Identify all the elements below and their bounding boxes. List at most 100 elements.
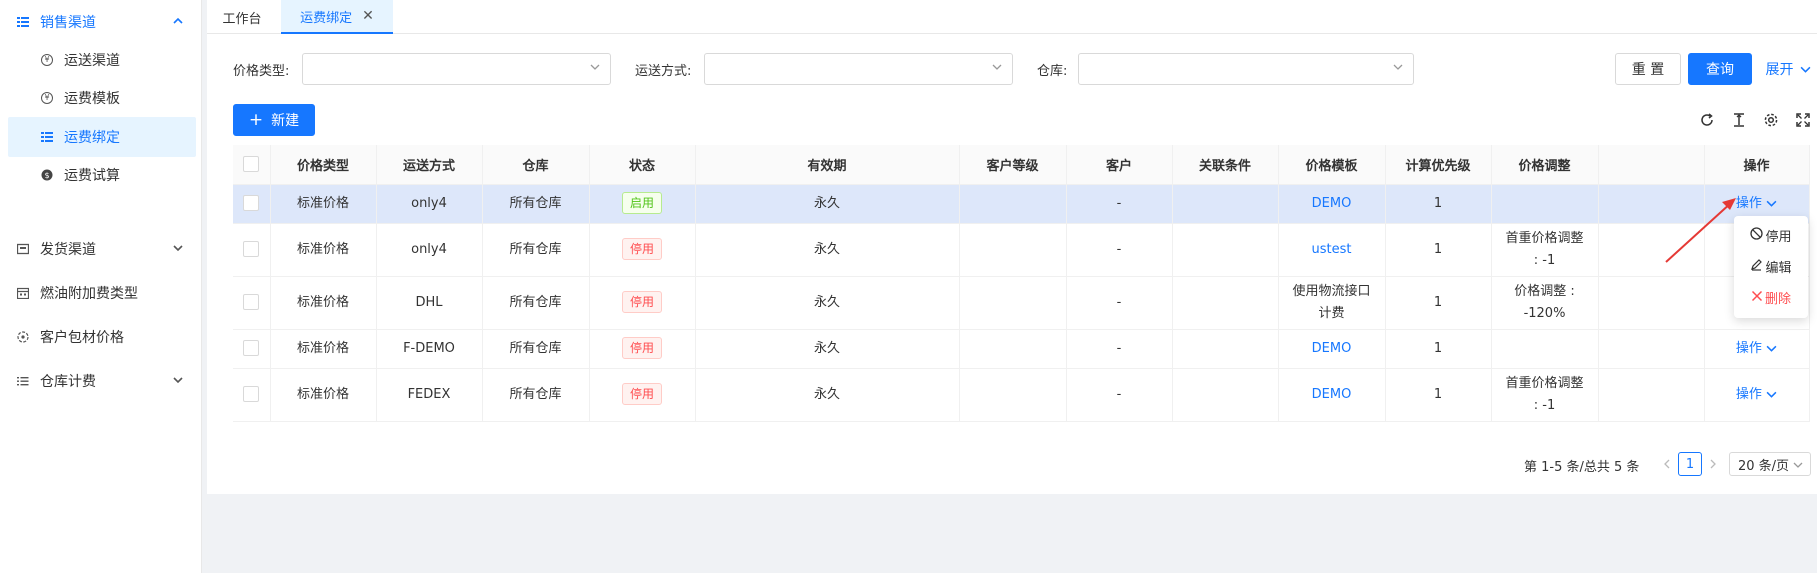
blank-cell	[1598, 276, 1705, 330]
row-select-cell[interactable]	[233, 329, 271, 369]
sidebar-item-label: 销售渠道	[40, 15, 96, 31]
sidebar-item-label: 运费绑定	[64, 130, 120, 146]
select-all-checkbox[interactable]	[243, 156, 260, 173]
column-header: 有效期	[695, 145, 960, 185]
row-action-link[interactable]: 操作	[1736, 387, 1777, 402]
warehouse-cell: 所有仓库	[482, 368, 590, 422]
row-select-cell[interactable]	[233, 184, 271, 224]
status-badge: 启用	[621, 192, 662, 214]
expand-link[interactable]: 展开	[1762, 53, 1814, 85]
row-select-cell[interactable]	[233, 223, 271, 277]
price-template-cell: DEMO	[1278, 184, 1386, 224]
row-checkbox[interactable]	[243, 386, 260, 402]
status-cell: 启用	[589, 184, 696, 224]
customer-level-cell	[959, 223, 1067, 277]
row-checkbox[interactable]	[243, 241, 260, 257]
chevron-down-icon	[1793, 462, 1803, 468]
edit-menu-item[interactable]: 编辑	[1734, 251, 1808, 282]
chevron-down-icon	[1766, 391, 1777, 398]
package-icon	[16, 330, 30, 344]
tab-freight-binding[interactable]: 运费绑定 ✕	[281, 0, 393, 34]
sidebar-item-freight-template[interactable]: ¥ 运费模板	[8, 78, 196, 118]
status-badge: 停用	[621, 291, 662, 313]
fullscreen-icon[interactable]	[1794, 111, 1812, 129]
blank-cell	[1598, 329, 1705, 369]
next-page-button[interactable]	[1704, 452, 1722, 476]
sidebar-item-customer-packaging[interactable]: 客户包材价格	[8, 317, 196, 357]
warehouse-select[interactable]	[1078, 53, 1414, 85]
reset-button[interactable]: 重 置	[1615, 53, 1681, 85]
chevron-up-icon	[170, 16, 186, 29]
priority-cell: 1	[1385, 184, 1492, 224]
chevron-down-icon	[1800, 66, 1810, 73]
price-type-select[interactable]	[302, 53, 611, 85]
tab-bar: 工作台 运费绑定 ✕	[207, 0, 1817, 34]
column-header: 客户	[1066, 145, 1173, 185]
column-header	[1598, 145, 1705, 185]
row-select-cell[interactable]	[233, 276, 271, 330]
sidebar-item-fuel-surcharge[interactable]: 燃油附加费类型	[8, 273, 196, 313]
customer-cell: -	[1066, 329, 1173, 369]
coin-icon: $	[40, 168, 54, 182]
sidebar-item-freight-trial[interactable]: $ 运费试算	[8, 155, 196, 195]
price-adjust-text: 价格调整 : -120%	[1514, 283, 1575, 321]
condition-cell	[1172, 276, 1279, 330]
price-template-link[interactable]: DEMO	[1292, 384, 1372, 406]
blank-cell	[1598, 368, 1705, 422]
sidebar-item-label: 运送渠道	[64, 53, 120, 69]
prev-page-button[interactable]	[1658, 452, 1676, 476]
query-button[interactable]: 查询	[1688, 53, 1752, 85]
column-header: 操作	[1704, 145, 1810, 185]
chevron-down-icon	[1766, 345, 1777, 352]
channel-icon	[16, 15, 30, 29]
close-icon	[1751, 290, 1763, 306]
edit-label: 编辑	[1765, 261, 1792, 276]
status-cell: 停用	[589, 329, 696, 369]
menu-list-icon	[16, 374, 30, 388]
close-icon[interactable]: ✕	[362, 8, 374, 24]
priority-cell: 1	[1385, 329, 1492, 369]
disable-menu-item[interactable]: 停用	[1734, 220, 1808, 251]
price-type-cell: 标准价格	[270, 223, 377, 277]
price-adjust-text: 首重价格调整 : -1	[1505, 230, 1584, 268]
chevron-down-icon	[992, 62, 1002, 75]
price-type-cell: 标准价格	[270, 184, 377, 224]
validity-cell: 永久	[695, 276, 960, 330]
reset-label: 重 置	[1631, 62, 1665, 78]
action-label: 操作	[1735, 386, 1762, 402]
chevron-down-icon	[1766, 200, 1777, 207]
delete-menu-item[interactable]: 删除	[1734, 282, 1808, 313]
sidebar-item-sales-channel[interactable]: 销售渠道	[8, 2, 196, 42]
table-row: 标准价格 FEDEX 所有仓库 停用 永久 - DEMO 1 首重价格调整 : -1 操作	[233, 368, 1810, 422]
price-template-link[interactable]: DEMO	[1292, 338, 1372, 360]
row-checkbox[interactable]	[243, 195, 260, 211]
price-template-link[interactable]: ustest	[1292, 239, 1372, 261]
tab-workbench[interactable]: 工作台	[207, 0, 277, 34]
sidebar-item-delivery-channel[interactable]: 发货渠道	[8, 229, 196, 269]
page-1-button[interactable]: 1	[1678, 452, 1702, 476]
delete-label: 删除	[1764, 292, 1791, 307]
plus-icon: +	[248, 109, 264, 130]
column-header: 客户等级	[959, 145, 1067, 185]
page-size-select[interactable]: 20 条/页	[1729, 452, 1811, 476]
column-height-icon[interactable]	[1730, 111, 1748, 129]
warehouse-cell: 所有仓库	[482, 276, 590, 330]
column-header: 关联条件	[1172, 145, 1279, 185]
row-select-cell[interactable]	[233, 368, 271, 422]
price-template-link[interactable]: DEMO	[1292, 193, 1372, 215]
status-cell: 停用	[589, 276, 696, 330]
warehouse-cell: 所有仓库	[482, 329, 590, 369]
new-button[interactable]: + 新建	[233, 104, 315, 136]
refresh-icon[interactable]	[1698, 111, 1716, 129]
sidebar-item-freight-binding[interactable]: 运费绑定	[8, 117, 196, 157]
row-checkbox[interactable]	[243, 294, 260, 310]
sidebar-item-warehouse-billing[interactable]: 仓库计费	[8, 361, 196, 401]
column-header: 状态	[589, 145, 696, 185]
sidebar-item-shipping-channel[interactable]: ¥ 运送渠道	[8, 40, 196, 80]
ship-method-select[interactable]	[704, 53, 1013, 85]
ship-method-cell: FEDEX	[376, 368, 483, 422]
select-all-cell[interactable]	[233, 145, 271, 185]
gear-icon[interactable]	[1762, 111, 1780, 129]
row-checkbox[interactable]	[243, 340, 260, 356]
row-action-link[interactable]: 操作	[1736, 341, 1777, 356]
